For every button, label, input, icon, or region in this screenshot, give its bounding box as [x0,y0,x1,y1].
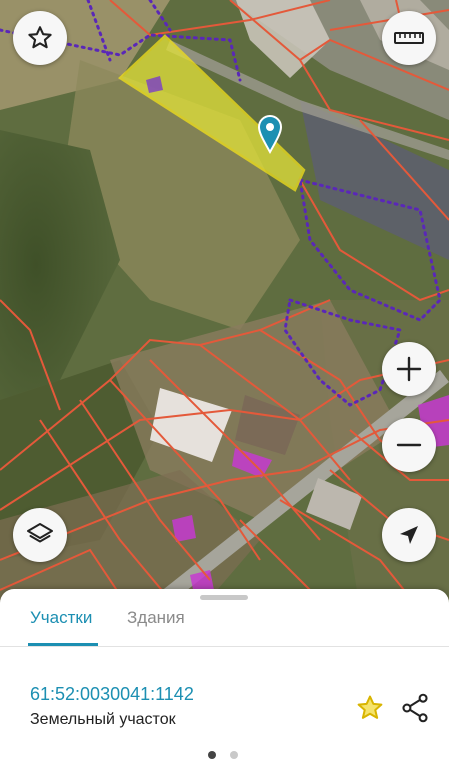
share-button[interactable] [401,693,429,728]
sheet-tabs: Участки Здания [0,589,449,647]
navigation-arrow-icon [400,526,418,544]
ruler-button[interactable] [382,11,436,65]
page-dot-active[interactable] [208,751,216,759]
my-location-button[interactable] [382,508,436,562]
share-icon [402,693,428,723]
layers-button[interactable] [13,508,67,562]
cadastral-number[interactable]: 61:52:0030041:1142 [30,684,194,705]
parcel-type-label: Земельный участок [30,711,176,728]
active-tab-indicator [28,643,98,646]
ruler-icon [394,32,424,44]
add-favorite-button[interactable] [355,693,385,728]
tab-buildings[interactable]: Здания [127,608,185,628]
page-dot[interactable] [230,751,238,759]
favorite-map-button[interactable] [13,11,67,65]
zoom-in-button[interactable] [382,342,436,396]
star-icon [357,695,383,719]
tab-parcels[interactable]: Участки [30,608,92,628]
map-view[interactable] [0,0,449,610]
layers-icon [27,523,53,543]
plus-icon [396,356,422,382]
parcel-info-sheet: Участки Здания 61:52:0030041:1142 Земель… [0,589,449,767]
minus-icon [396,443,422,447]
zoom-out-button[interactable] [382,418,436,472]
star-outline-icon [28,26,52,49]
